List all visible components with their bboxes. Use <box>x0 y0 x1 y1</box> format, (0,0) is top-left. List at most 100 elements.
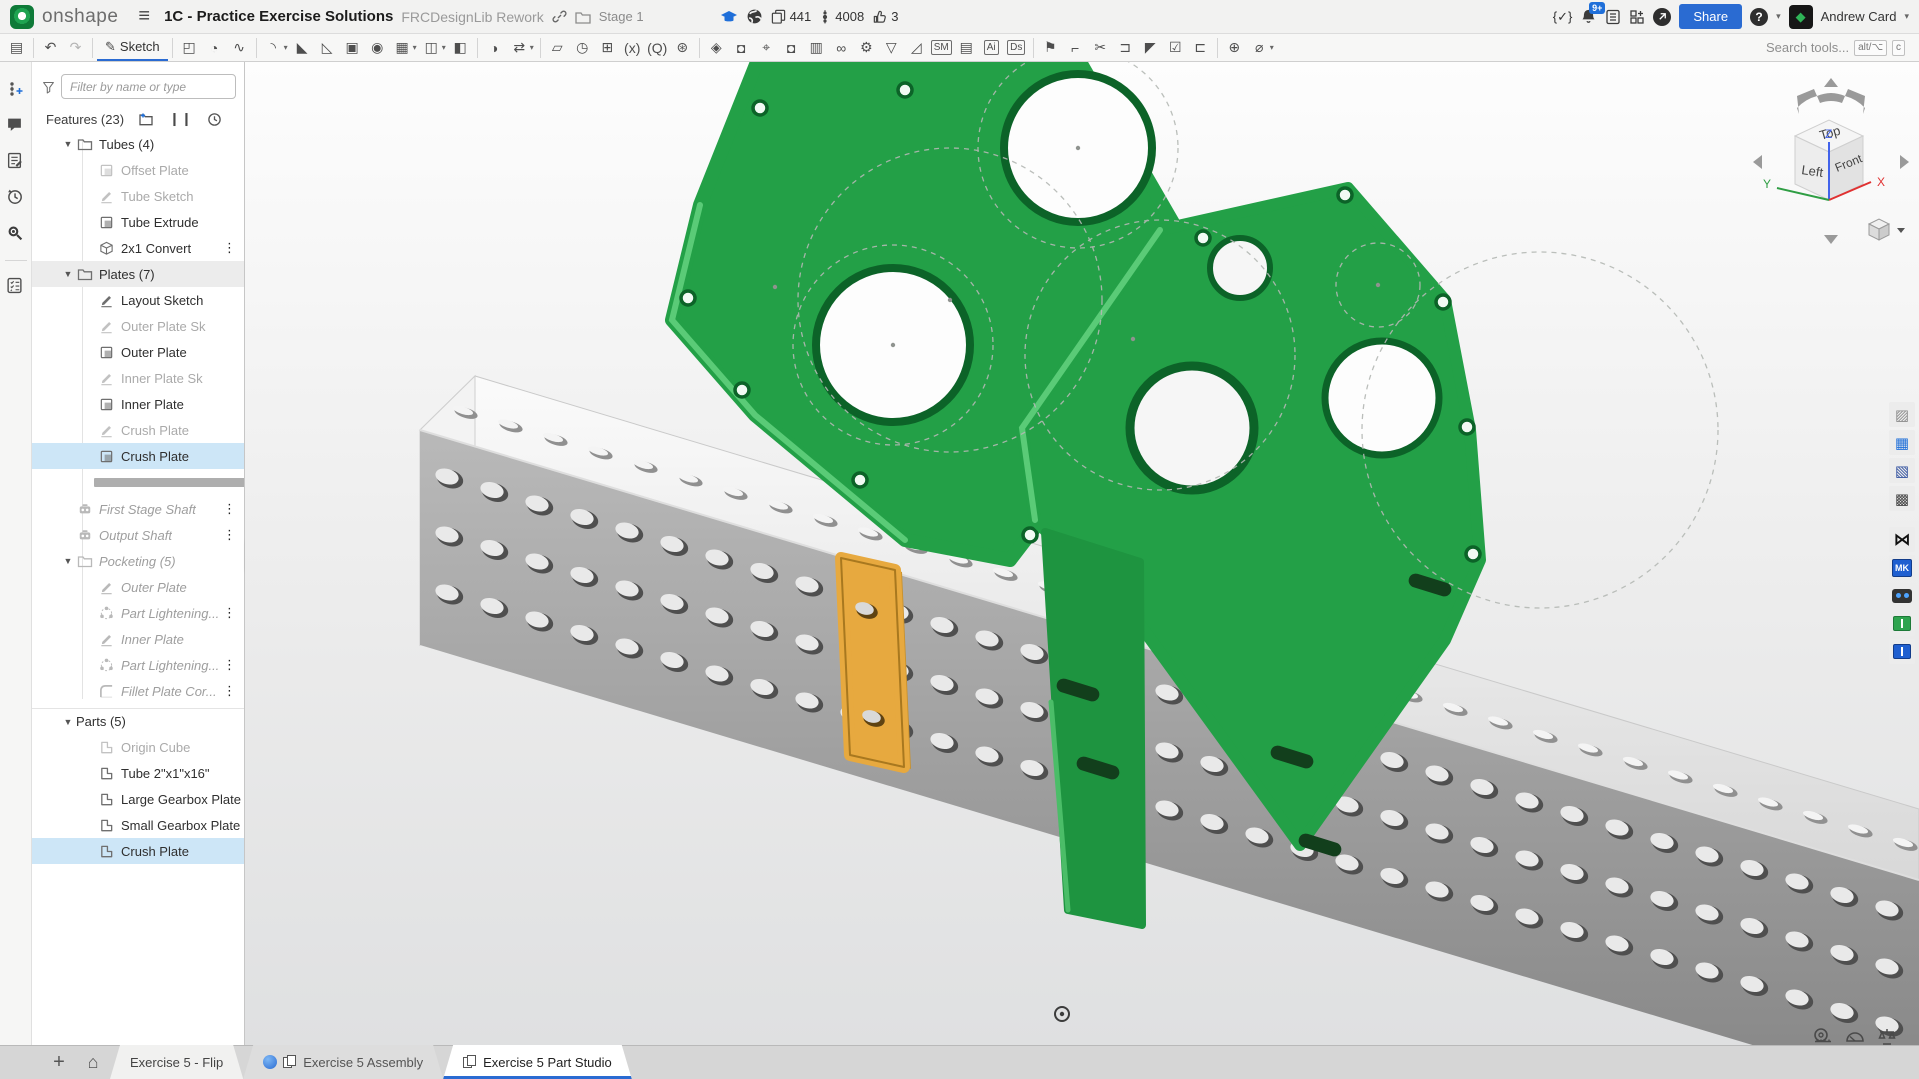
checklist-icon[interactable] <box>6 277 26 297</box>
shell-icon[interactable]: ▣ <box>340 36 365 60</box>
split-icon[interactable]: ◧ <box>448 36 473 60</box>
view-up-arrow[interactable] <box>1824 78 1838 87</box>
folder-icon[interactable] <box>575 10 591 24</box>
tree-item[interactable]: Crush Plate <box>32 417 244 443</box>
view-cube[interactable]: Top Left Front Z X Y <box>1751 76 1911 256</box>
user-menu-caret-icon[interactable]: ▾ <box>1904 11 1909 22</box>
robot-feature-a-icon[interactable]: ◘ <box>729 36 754 60</box>
tree-item[interactable]: Inner Plate <box>32 391 244 417</box>
view-left-arrow[interactable] <box>1753 155 1762 169</box>
view-options-caret-icon[interactable] <box>1897 228 1905 233</box>
triangle-feature-icon[interactable]: ◿ <box>904 36 929 60</box>
tree-item[interactable]: Small Gearbox Plate <box>32 812 244 838</box>
linear-pattern-caret-icon[interactable]: ▾ <box>413 43 417 52</box>
tree-item[interactable]: ▼Plates (7) <box>32 261 244 287</box>
boolean-caret-icon[interactable]: ▾ <box>442 43 446 52</box>
tree-chevron-icon[interactable]: ▼ <box>60 556 76 566</box>
sheet-cut-icon[interactable]: ✂ <box>1088 36 1113 60</box>
app-store-grid-icon[interactable] <box>1629 9 1645 25</box>
ai-feature-icon[interactable]: Ai <box>979 36 1004 60</box>
redo-icon[interactable]: ↷ <box>63 36 88 60</box>
linear-pattern-icon[interactable]: ▦ <box>390 36 415 60</box>
document-tab[interactable]: Exercise 5 - Flip <box>110 1045 243 1079</box>
add-tab-button[interactable]: + <box>42 1045 76 1079</box>
item-context-dots-icon[interactable]: ⋮ <box>223 501 236 517</box>
tree-item[interactable]: Large Gearbox Plate <box>32 786 244 812</box>
view-down-arrow[interactable] <box>1824 235 1838 244</box>
tree-item[interactable]: 2x1 Convert⋮ <box>32 235 244 261</box>
tasks-list-icon[interactable] <box>1605 9 1621 25</box>
properties-icon[interactable] <box>6 152 26 172</box>
grid-cube-tool[interactable]: ▦ <box>1889 430 1915 455</box>
tree-item[interactable]: Inner Plate Sk <box>32 365 244 391</box>
hole-icon[interactable]: ◉ <box>365 36 390 60</box>
document-tab[interactable]: Exercise 5 Part Studio <box>443 1045 632 1079</box>
document-title[interactable]: 1C - Practice Exercise Solutions <box>164 8 393 25</box>
add-folder-icon[interactable] <box>138 112 155 127</box>
comments-icon[interactable] <box>6 116 26 136</box>
tree-item[interactable]: Tube 2"x1"x16" <box>32 760 244 786</box>
tab-feature-icon[interactable]: ⊐ <box>1113 36 1138 60</box>
tree-item[interactable]: Outer Plate Sk <box>32 313 244 339</box>
item-context-dots-icon[interactable]: ⋮ <box>223 240 236 256</box>
measure-icon[interactable]: ⌀ <box>1247 36 1272 60</box>
tree-item[interactable]: Part Lightening...⋮ <box>32 600 244 626</box>
helix-icon[interactable]: ◷ <box>570 36 595 60</box>
sheet-metal-model-icon[interactable]: ⚑ <box>1038 36 1063 60</box>
item-context-dots-icon[interactable]: ⋮ <box>223 683 236 699</box>
onshape-logo-icon[interactable] <box>10 5 34 29</box>
tree-chevron-icon[interactable]: ▼ <box>60 269 76 279</box>
robot-feature-b-icon[interactable]: ◘ <box>779 36 804 60</box>
measure-caret-icon[interactable]: ▾ <box>1270 43 1274 52</box>
integrations-icon[interactable] <box>1653 8 1671 26</box>
butterfly-tool[interactable]: ⋈ <box>1889 527 1915 552</box>
tree-item[interactable]: ▼Tubes (4) <box>32 131 244 157</box>
boolean-icon[interactable]: ◫ <box>419 36 444 60</box>
tree-item[interactable]: Inner Plate <box>32 626 244 652</box>
rotate-right-arrow[interactable] <box>1831 89 1865 114</box>
grid-cube-rotate-tool[interactable]: ▧ <box>1889 458 1915 483</box>
help-caret-icon[interactable]: ▾ <box>1776 11 1781 22</box>
tree-item[interactable]: Fillet Plate Cor...⋮ <box>32 678 244 704</box>
green-book-tool[interactable] <box>1889 611 1915 636</box>
tree-item[interactable]: Outer Plate <box>32 339 244 365</box>
custom-cube-feature-icon[interactable]: ◈ <box>704 36 729 60</box>
flange-icon[interactable]: ⌐ <box>1063 36 1088 60</box>
sheet-check-icon[interactable]: ☑ <box>1163 36 1188 60</box>
toolbar-search[interactable]: Search tools...alt/⌥c <box>1766 40 1905 56</box>
user-name[interactable]: Andrew Card <box>1821 9 1897 24</box>
cube-left-label[interactable]: Left <box>1801 162 1825 180</box>
extrude-icon[interactable]: ◰ <box>177 36 202 60</box>
tree-item[interactable]: Outer Plate <box>32 574 244 600</box>
sweep-icon[interactable]: ∿ <box>227 36 252 60</box>
item-context-dots-icon[interactable]: ⋮ <box>223 605 236 621</box>
robot-tool[interactable] <box>1889 583 1915 608</box>
public-globe-icon[interactable] <box>746 8 763 25</box>
fillet-caret-icon[interactable]: ▾ <box>284 43 288 52</box>
transform-icon[interactable]: ⇄ <box>507 36 532 60</box>
filter-funnel-icon[interactable] <box>42 79 55 95</box>
tree-item[interactable]: Tube Extrude <box>32 209 244 235</box>
view-right-arrow[interactable] <box>1900 155 1909 169</box>
insert-feature-icon[interactable]: ⊕ <box>1222 36 1247 60</box>
feature-list-panel-toggle-icon[interactable]: ▤ <box>4 36 29 60</box>
filter-feature-icon[interactable]: ▽ <box>879 36 904 60</box>
belt-feature-icon[interactable]: ∞ <box>829 36 854 60</box>
tree-item[interactable]: Crush Plate <box>32 443 244 469</box>
mate-connector-icon[interactable]: ⊛ <box>670 36 695 60</box>
configurations-icon[interactable]: (Q) <box>645 36 670 60</box>
chamfer-icon[interactable]: ◣ <box>290 36 315 60</box>
transform-caret-icon[interactable]: ▾ <box>530 43 534 52</box>
tree-item[interactable]: Origin Cube <box>32 734 244 760</box>
tree-item[interactable]: Tube Sketch <box>32 183 244 209</box>
help-icon[interactable]: ? <box>1750 8 1768 26</box>
plate-feature-icon[interactable]: ▥ <box>804 36 829 60</box>
home-tab-icon[interactable]: ⌂ <box>76 1045 110 1079</box>
mk-tool[interactable]: MK <box>1889 555 1915 580</box>
link-icon[interactable] <box>552 9 567 24</box>
tree-item[interactable]: ▼Pocketing (5) <box>32 548 244 574</box>
derived-icon[interactable]: ⊞ <box>595 36 620 60</box>
undo-icon[interactable]: ↶ <box>38 36 63 60</box>
model-viewport[interactable]: Top Left Front Z X Y <box>245 62 1919 1045</box>
plane-icon[interactable]: ▱ <box>545 36 570 60</box>
